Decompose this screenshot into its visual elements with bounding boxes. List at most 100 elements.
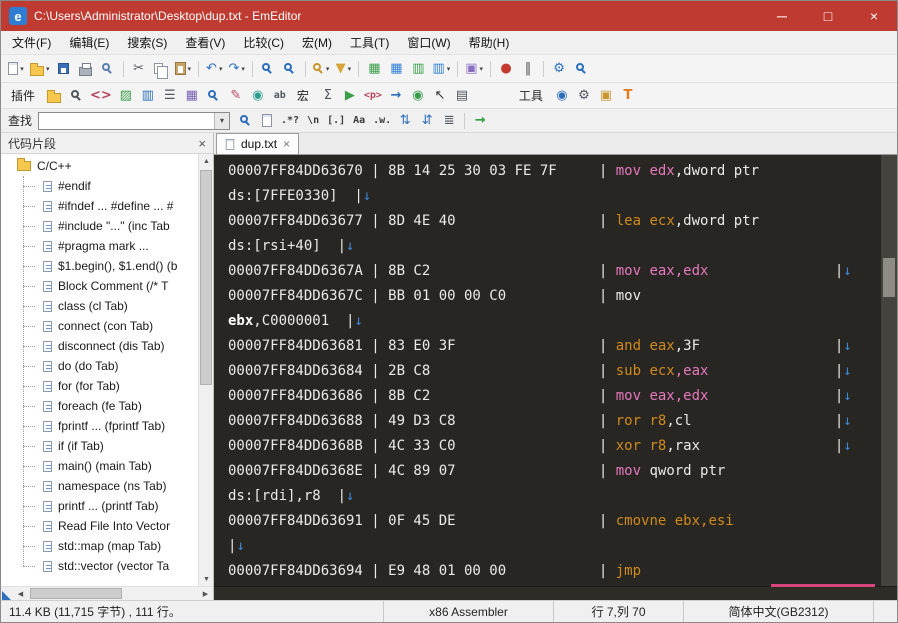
snippet-item[interactable]: Read File Into Vector — [1, 516, 198, 536]
snippets-hscrollbar[interactable]: ◀ ▶ — [1, 586, 213, 600]
menu-item[interactable]: 编辑(E) — [60, 31, 118, 54]
zoom-in[interactable] — [258, 58, 278, 80]
snippet-item[interactable]: do (do Tab) — [1, 356, 198, 376]
status-encoding[interactable]: 简体中文(GB2312) — [683, 601, 873, 622]
editor-vscrollbar[interactable] — [881, 155, 897, 586]
snippet-item[interactable]: if (if Tab) — [1, 436, 198, 456]
editor-hscrollbar[interactable] — [214, 586, 897, 600]
menu-item[interactable]: 搜索(S) — [118, 31, 176, 54]
status-syntax[interactable]: x86 Assembler — [383, 601, 553, 622]
snippet-item[interactable]: $1.begin(), $1.end() (b — [1, 256, 198, 276]
help-search[interactable] — [571, 58, 591, 80]
maximize-button[interactable]: □ — [805, 1, 851, 31]
menu-item[interactable]: 文件(F) — [3, 31, 60, 54]
fuzzy-toggle[interactable]: [.] — [325, 110, 347, 132]
editor-vscroll-thumb[interactable] — [883, 258, 895, 297]
csv-tsv-mode[interactable]: ▦ — [386, 58, 406, 80]
snippets-hscroll-thumb[interactable] — [30, 588, 122, 599]
snippet-item[interactable]: printf ... (printf Tab) — [1, 496, 198, 516]
find[interactable]: ▾ — [311, 58, 332, 80]
plugin-projects[interactable]: ▦ — [182, 85, 202, 107]
pause-macro[interactable]: ‖ — [518, 58, 538, 80]
macro-select[interactable]: ↖ — [430, 85, 450, 107]
macro-web[interactable]: ◉ — [408, 85, 428, 107]
print-preview[interactable] — [98, 58, 118, 80]
search-next[interactable] — [235, 110, 255, 132]
menu-item[interactable]: 宏(M) — [293, 31, 341, 54]
run-search[interactable]: → — [470, 110, 490, 132]
filter[interactable]: ▼▾ — [333, 58, 353, 80]
editor-content[interactable]: 00007FF84DD63670 | 8B 14 25 30 03 FE 7F … — [214, 155, 881, 586]
snippet-item[interactable]: std::vector (vector Ta — [1, 556, 198, 576]
print[interactable] — [76, 58, 96, 80]
redo[interactable]: ↷▾ — [226, 58, 246, 80]
snippets-vscroll-thumb[interactable] — [200, 170, 212, 385]
plugin-word-complete[interactable]: ab — [270, 85, 290, 107]
minimize-button[interactable]: ─ — [759, 1, 805, 31]
record-macro[interactable]: ● — [496, 58, 516, 80]
tree-root-folder[interactable]: C/C++ — [1, 156, 198, 176]
plugin-open-documents[interactable]: ▥ — [138, 85, 158, 107]
snippet-item[interactable]: class (cl Tab) — [1, 296, 198, 316]
menu-item[interactable]: 工具(T) — [341, 31, 398, 54]
snippet-item[interactable]: #ifndef ... #define ... # — [1, 196, 198, 216]
regex-toggle[interactable]: .*? — [279, 110, 301, 132]
csv-dsv-mode[interactable]: ▥ — [408, 58, 428, 80]
plugin-search[interactable] — [204, 85, 224, 107]
snippet-item[interactable]: #endif — [1, 176, 198, 196]
cut[interactable]: ✂ — [129, 58, 149, 80]
snippet-item[interactable]: connect (con Tab) — [1, 316, 198, 336]
escape-toggle[interactable]: \n — [303, 110, 323, 132]
customize[interactable]: ⚙ — [549, 58, 569, 80]
tool-text[interactable]: T — [618, 85, 638, 107]
undo[interactable]: ↶▾ — [204, 58, 224, 80]
snippets-hscroll-track[interactable] — [28, 587, 198, 600]
tool-browser[interactable]: ◉ — [552, 85, 572, 107]
new-file[interactable]: ▾ — [6, 58, 26, 80]
snippet-item[interactable]: for (for Tab) — [1, 376, 198, 396]
macro-record[interactable]: Σ — [318, 85, 338, 107]
snippet-item[interactable]: std::map (map Tab) — [1, 536, 198, 556]
csv-sort[interactable]: ▥▾ — [430, 58, 452, 80]
scroll-down-icon[interactable]: ▼ — [199, 572, 214, 586]
number-toggle[interactable]: ⇵ — [417, 110, 437, 132]
plugin-outline[interactable]: ☰ — [160, 85, 180, 107]
snippet-item[interactable]: disconnect (dis Tab) — [1, 336, 198, 356]
find-dropdown-button[interactable]: ▾ — [214, 113, 229, 129]
tab-dup-txt[interactable]: dup.txt × — [216, 133, 299, 154]
zoom-out[interactable] — [280, 58, 300, 80]
plugin-image-preview[interactable]: ▨ — [116, 85, 136, 107]
close-button[interactable]: × — [851, 1, 897, 31]
snippet-item[interactable]: foreach (fe Tab) — [1, 396, 198, 416]
markers[interactable]: ▣▾ — [463, 58, 485, 80]
tool-options[interactable]: ⚙ — [574, 85, 594, 107]
save[interactable] — [54, 58, 74, 80]
csv-standard-mode[interactable]: ▦ — [364, 58, 384, 80]
snippet-item[interactable]: #pragma mark ... — [1, 236, 198, 256]
paste[interactable]: ▾ — [173, 58, 194, 80]
plugin-find-bar[interactable] — [66, 85, 86, 107]
menu-item[interactable]: 窗口(W) — [398, 31, 459, 54]
menu-item[interactable]: 查看(V) — [176, 31, 234, 54]
word-toggle[interactable]: .w. — [371, 110, 393, 132]
scroll-up-icon[interactable]: ▲ — [199, 154, 214, 168]
status-caret-position[interactable]: 行 7,列 70 — [553, 601, 683, 622]
scroll-left-icon[interactable]: ◀ — [13, 587, 28, 601]
scroll-right-icon[interactable]: ▶ — [198, 587, 213, 601]
filter-list[interactable]: ≣ — [439, 110, 459, 132]
menu-item[interactable]: 比较(C) — [234, 31, 293, 54]
plugin-snippets[interactable]: ✎ — [226, 85, 246, 107]
menu-item[interactable]: 帮助(H) — [460, 31, 519, 54]
snippets-vscrollbar[interactable]: ▲ ▼ — [198, 154, 213, 586]
macro-run[interactable]: ▶ — [340, 85, 360, 107]
plugin-web-preview[interactable]: ◉ — [248, 85, 268, 107]
resize-grip[interactable] — [873, 601, 897, 622]
snippets-close-icon[interactable]: × — [198, 137, 206, 150]
snippet-item[interactable]: namespace (ns Tab) — [1, 476, 198, 496]
find-combobox[interactable]: ▾ — [38, 112, 230, 130]
macro-goto[interactable]: → — [386, 85, 406, 107]
app-icon[interactable]: e — [9, 7, 27, 25]
snippet-item[interactable]: #include "..." (inc Tab — [1, 216, 198, 236]
plugin-html-bar[interactable]: <> — [88, 85, 114, 107]
snippet-item[interactable]: fprintf ... (fprintf Tab) — [1, 416, 198, 436]
